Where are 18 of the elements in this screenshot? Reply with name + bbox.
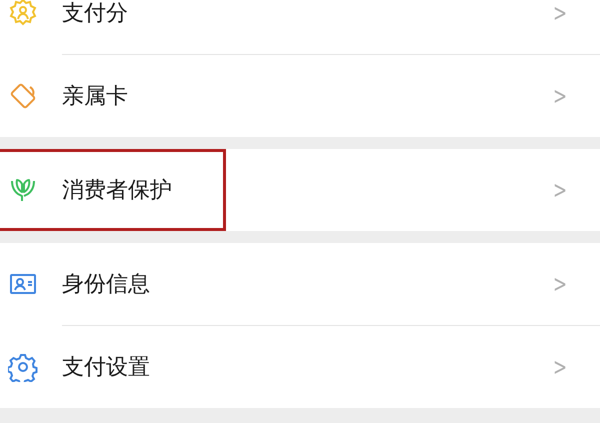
menu-item[interactable]: 支付分 >	[0, 0, 600, 54]
settings-icon	[8, 352, 38, 382]
chevron-icon: >	[552, 82, 567, 110]
chevron-icon: >	[552, 0, 567, 27]
menu-label: 消费者保护	[62, 177, 173, 205]
menu-item[interactable]: 支付设置 >	[0, 326, 600, 408]
menu-label: 亲属卡	[62, 83, 129, 111]
menu-label: 支付设置	[62, 354, 151, 382]
badge-icon	[8, 0, 38, 28]
chevron-icon: >	[552, 353, 567, 381]
menu-item[interactable]: 亲属卡 >	[0, 55, 600, 137]
chevron-icon: >	[552, 176, 567, 204]
menu-item[interactable]: 消费者保护 >	[0, 149, 600, 231]
menu-label: 支付分	[62, 0, 129, 28]
card-icon	[8, 81, 38, 111]
menu-item[interactable]: 身份信息 >	[0, 243, 600, 325]
chevron-icon: >	[552, 270, 567, 298]
menu-label: 身份信息	[62, 271, 151, 299]
